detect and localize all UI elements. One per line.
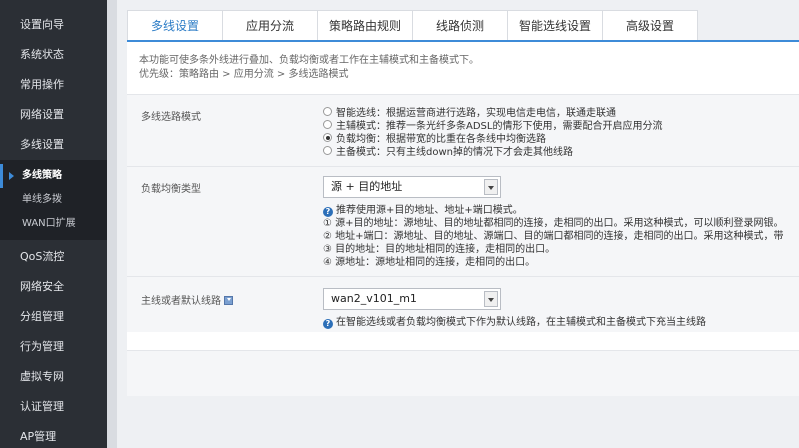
mode-label: 多线选路模式 — [141, 112, 201, 123]
sidebar-item-vpn[interactable]: 虚拟专网 — [0, 362, 107, 392]
tab-smart-line-settings[interactable]: 智能选线设置 — [507, 10, 603, 40]
main-content: 多线设置 应用分流 策略路由规则 线路侦测 智能选线设置 高级设置 本功能可使多… — [117, 0, 799, 448]
intro-line-1: 本功能可使多条外线进行叠加、负载均衡或者工作在主辅模式和主备模式下。 — [139, 55, 479, 66]
tab-app-split[interactable]: 应用分流 — [222, 10, 318, 40]
mode-radio-group: 智能选线：根据运营商进行选路，实现电信走电信，联通走联通 主辅模式：推荐一条光纤… — [323, 105, 662, 158]
sidebar-item-system-status[interactable]: 系统状态 — [0, 40, 107, 70]
radio-button[interactable] — [323, 146, 332, 155]
default-line-label: 主线或者默认线路 — [141, 292, 233, 307]
sidebar-item-qos[interactable]: QoS流控 — [0, 242, 107, 272]
default-line-selected: wan2_v101_m1 — [331, 292, 417, 305]
action-bar — [127, 350, 799, 396]
sidebar-item-group-mgmt[interactable]: 分组管理 — [0, 302, 107, 332]
sidebar-item-network-settings[interactable]: 网络设置 — [0, 100, 107, 130]
radio-button[interactable] — [323, 120, 332, 129]
sidebar-item-multiline-settings[interactable]: 多线设置 — [0, 130, 107, 160]
intro-priority-line: 优先级：策略路由 > 应用分流 > 多线选路模式 — [139, 69, 349, 80]
dropdown-toggle-icon[interactable] — [224, 296, 233, 305]
balance-type-selected: 源 + 目的地址 — [331, 180, 403, 193]
sidebar-item-common-ops[interactable]: 常用操作 — [0, 70, 107, 100]
settings-panel: 本功能可使多条外线进行叠加、负载均衡或者工作在主辅模式和主备模式下。 优先级：策… — [127, 40, 799, 350]
question-icon: ? — [323, 207, 333, 217]
sidebar-item-auth-mgmt[interactable]: 认证管理 — [0, 392, 107, 422]
balance-help-title: ? 推荐使用源+目的地址、地址+端口模式。 — [323, 204, 784, 217]
tab-advanced-settings[interactable]: 高级设置 — [602, 10, 698, 40]
intro-text: 本功能可使多条外线进行叠加、负载均衡或者工作在主辅模式和主备模式下。 优先级：策… — [127, 42, 799, 82]
balance-help-line: ④ 源地址：源地址相同的连接，走相同的出口。 — [323, 257, 536, 268]
sidebar-submenu: 多线策略 单线多拨 WAN口扩展 — [0, 160, 107, 240]
tab-policy-route-rules[interactable]: 策略路由规则 — [317, 10, 413, 40]
balance-help-line: ③ 目的地址：目的地址相同的连接，走相同的出口。 — [323, 244, 556, 255]
balance-help-line: ② 地址+端口：源地址、目的地址、源端口、目的端口都相同的连接，走相同的出口。采… — [323, 231, 784, 242]
sidebar-gutter — [107, 0, 117, 448]
default-line-help: ? 在智能选线或者负载均衡模式下作为默认线路，在主辅模式和主备模式下充当主线路 — [323, 316, 706, 329]
balance-help: ? 推荐使用源+目的地址、地址+端口模式。 ① 源+目的地址：源地址、目的地址都相… — [323, 204, 784, 269]
radio-button-checked[interactable] — [323, 133, 332, 142]
mode-option-primary-backup[interactable]: 主备模式：只有主线down掉的情况下才会走其他线路 — [323, 144, 662, 158]
balance-help-line: ① 源+目的地址：源地址、目的地址都相同的连接，走相同的出口。采用这种模式，可以… — [323, 218, 784, 229]
sidebar-item-network-security[interactable]: 网络安全 — [0, 272, 107, 302]
balance-type-select[interactable]: 源 + 目的地址 — [323, 176, 501, 198]
row-multiline-mode: 多线选路模式 智能选线：根据运营商进行选路，实现电信走电信，联通走联通 主辅模式… — [127, 94, 799, 166]
sidebar-subitem-multiline-policy[interactable]: 多线策略 — [0, 164, 107, 188]
sidebar-subitem-wan-expand[interactable]: WAN口扩展 — [0, 212, 107, 236]
default-line-label-text: 主线或者默认线路 — [141, 296, 221, 307]
sidebar-subitem-single-multidial[interactable]: 单线多拨 — [0, 188, 107, 212]
sidebar-item-ap-mgmt[interactable]: AP管理 — [0, 422, 107, 448]
chevron-down-icon[interactable] — [484, 291, 498, 307]
mode-option-primary-backup-label: 主备模式：只有主线down掉的情况下才会走其他线路 — [336, 147, 573, 158]
default-line-help-text: 在智能选线或者负载均衡模式下作为默认线路，在主辅模式和主备模式下充当主线路 — [336, 317, 706, 328]
sidebar: 设置向导 系统状态 常用操作 网络设置 多线设置 多线策略 单线多拨 WAN口扩… — [0, 0, 107, 448]
row-default-line: 主线或者默认线路 wan2_v101_m1 ? 在智能选线或者负载均衡模式下作为默… — [127, 276, 799, 332]
question-icon: ? — [323, 319, 333, 329]
tab-line-detect[interactable]: 线路侦测 — [412, 10, 508, 40]
tab-bar: 多线设置 应用分流 策略路由规则 线路侦测 智能选线设置 高级设置 — [127, 10, 698, 41]
chevron-down-icon[interactable] — [484, 179, 498, 195]
tab-multiline-settings[interactable]: 多线设置 — [127, 10, 223, 41]
balance-type-label: 负载均衡类型 — [141, 184, 201, 195]
balance-help-title-text: 推荐使用源+目的地址、地址+端口模式。 — [336, 205, 523, 216]
default-line-select[interactable]: wan2_v101_m1 — [323, 288, 501, 310]
radio-button[interactable] — [323, 107, 332, 116]
sidebar-item-behavior-mgmt[interactable]: 行为管理 — [0, 332, 107, 362]
sidebar-item-setup-wizard[interactable]: 设置向导 — [0, 10, 107, 40]
row-balance-type: 负载均衡类型 源 + 目的地址 ? 推荐使用源+目的地址、地址+端口模式。 ① 源… — [127, 166, 799, 276]
